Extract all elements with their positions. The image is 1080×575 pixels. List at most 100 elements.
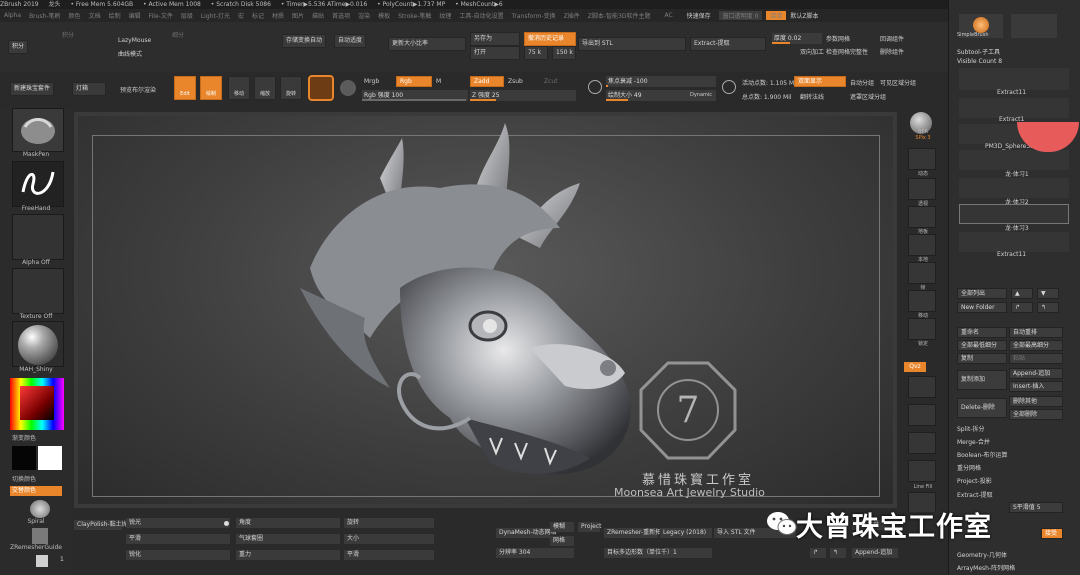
- weight-slider[interactable]: 重力: [236, 550, 340, 560]
- open-button[interactable]: 打开: [470, 46, 520, 60]
- dynamic-icon[interactable]: [908, 148, 936, 170]
- smooth-slider[interactable]: 网格: [550, 536, 574, 546]
- menu-edit[interactable]: 编辑: [125, 11, 145, 20]
- arraymesh-section[interactable]: ArrayMesh-阵列网格: [957, 563, 1015, 572]
- texture-thumbnail[interactable]: [12, 268, 64, 314]
- all-high-button[interactable]: 全部最高细分: [1009, 340, 1063, 351]
- resolution-slider[interactable]: 分辨率 304: [496, 548, 574, 558]
- all-low-button[interactable]: 全部最低细分: [957, 340, 1007, 351]
- lazymouse-button[interactable]: LazyMouse: [118, 37, 151, 44]
- menu-stencil[interactable]: 模板: [374, 11, 394, 20]
- persp-icon[interactable]: [908, 178, 936, 200]
- mask-group-button[interactable]: 遮罩区域分组: [850, 92, 886, 101]
- menu-light[interactable]: Light-灯光: [197, 11, 234, 20]
- alpha-thumbnail[interactable]: [12, 214, 64, 260]
- menu-draw[interactable]: 绘制: [105, 11, 125, 20]
- auto-reorder-button[interactable]: 自动重排: [1009, 327, 1063, 338]
- claypolish-button[interactable]: ClayPolish-黏土抛光: [74, 520, 134, 530]
- copy-button[interactable]: 复制: [957, 353, 1007, 364]
- split-section[interactable]: Split-拆分: [957, 424, 984, 433]
- menu-material[interactable]: 材质: [268, 11, 288, 20]
- subtool-row[interactable]: [959, 178, 1069, 198]
- list-all-button[interactable]: 全部列出: [957, 288, 1007, 299]
- flat-slider[interactable]: 平滑: [126, 534, 230, 544]
- extract-section[interactable]: Extract-提取: [957, 490, 993, 499]
- thickness-slider[interactable]: 厚度 0.02: [772, 33, 822, 44]
- sharp-slider[interactable]: 锐光: [126, 518, 230, 528]
- menus-button[interactable]: 菜单: [766, 11, 787, 20]
- menu-alpha[interactable]: Alpha: [0, 12, 25, 19]
- poly-75k-button[interactable]: 75 k: [524, 46, 548, 60]
- gyro-icon[interactable]: [308, 75, 334, 101]
- quicksave-button[interactable]: 快速保存: [683, 11, 715, 20]
- visible-group-button[interactable]: 可见区域分组: [880, 78, 916, 87]
- rotate-slider[interactable]: 旋转: [344, 518, 434, 528]
- menu-transform[interactable]: Transform-变换: [508, 11, 560, 20]
- integrate-button[interactable]: 积分: [8, 40, 29, 54]
- color-square[interactable]: [20, 386, 54, 420]
- subtool-row[interactable]: [959, 150, 1069, 170]
- size-slider[interactable]: 大小: [344, 534, 434, 544]
- menu-color[interactable]: 颜色: [65, 11, 85, 20]
- spiral-icon[interactable]: [30, 500, 50, 518]
- double-sided-toggle[interactable]: 双面显示: [794, 76, 846, 87]
- undo-history-button[interactable]: 撤消历史记录: [524, 32, 576, 46]
- flat-bottom-slider[interactable]: 平滑: [344, 550, 434, 560]
- cube-icon[interactable]: [36, 555, 48, 567]
- rgb-button[interactable]: Rgb: [396, 76, 432, 87]
- subtool-row[interactable]: [959, 232, 1069, 252]
- check-mesh-button[interactable]: 检查网格完整性: [826, 47, 868, 56]
- param-mesh-button[interactable]: 参数网格: [826, 34, 850, 43]
- dynamic-label[interactable]: Dynamic: [690, 92, 712, 98]
- flip-normals-button[interactable]: 翻转法线: [800, 92, 824, 101]
- insert-button[interactable]: Insert-插入: [1009, 381, 1063, 392]
- rgb-intensity-slider[interactable]: Rgb 强度 100: [362, 90, 468, 101]
- menu-zscript[interactable]: Z脚本-智能3D软件主题: [584, 11, 655, 20]
- z-intensity-slider[interactable]: Z 强度 25: [470, 90, 576, 101]
- focal-shift-slider[interactable]: 焦点衰减 -100: [606, 76, 716, 87]
- boolean-section[interactable]: Boolean-布尔运算: [957, 450, 1007, 459]
- curve-mode-button[interactable]: 曲线模式: [118, 49, 142, 58]
- material-icon[interactable]: [340, 80, 356, 96]
- double-sided-button[interactable]: 双向加工: [800, 47, 824, 56]
- arrow-right-button[interactable]: ↱: [1011, 302, 1033, 313]
- menu-file[interactable]: File-文件: [145, 11, 177, 20]
- paste-button[interactable]: 粘贴: [1009, 353, 1063, 364]
- airbrush-slider[interactable]: 气球套圈: [236, 534, 340, 544]
- menu-ac[interactable]: AC: [654, 12, 682, 19]
- menu-trace[interactable]: 描贴: [308, 11, 328, 20]
- export-stl-button[interactable]: 导出到 STL: [578, 37, 686, 51]
- callback-button[interactable]: 回调组件: [880, 34, 904, 43]
- floor-icon[interactable]: [908, 206, 936, 228]
- m-button[interactable]: M: [436, 78, 441, 85]
- transparency-slider[interactable]: 窗口透明度 0: [718, 11, 763, 20]
- zoom-view-icon[interactable]: [908, 318, 936, 340]
- sharpen-slider[interactable]: 锐化: [126, 550, 230, 560]
- dynamesh-button[interactable]: DynaMesh-动态网格: [496, 528, 557, 538]
- arrow-icon-button-2[interactable]: ↰: [830, 548, 846, 558]
- auto-fit-button[interactable]: 自动适度: [334, 34, 367, 48]
- menu-macro[interactable]: 宏: [234, 11, 248, 20]
- scale-button[interactable]: 缩放: [254, 76, 276, 100]
- delete-all-button[interactable]: 全部删除: [1009, 409, 1063, 420]
- second-tool-thumbnail[interactable]: [1011, 14, 1057, 38]
- new-folder-button[interactable]: New Folder: [957, 302, 1007, 313]
- accept-button[interactable]: 接受: [1041, 528, 1063, 539]
- legacy-button[interactable]: Legacy (2018): [660, 528, 712, 538]
- transp-icon[interactable]: [908, 404, 936, 426]
- extract-button[interactable]: Extract-提取: [690, 37, 766, 51]
- delete-component-button[interactable]: 删除组件: [880, 47, 904, 56]
- subtool-row[interactable]: [959, 98, 1069, 118]
- menu-picture[interactable]: 图片: [288, 11, 308, 20]
- qvz-button[interactable]: Qvz: [904, 362, 926, 372]
- move-view-icon[interactable]: [908, 290, 936, 312]
- auto-group-button[interactable]: 自动分组: [850, 78, 874, 87]
- arrow-left-button[interactable]: ↰: [1037, 302, 1059, 313]
- menu-brush[interactable]: Brush-笔刷: [25, 11, 64, 20]
- target-polycount-slider[interactable]: 目标多边形数（单位千）1: [604, 548, 712, 558]
- move-button[interactable]: 移动: [228, 76, 250, 100]
- material-thumbnail[interactable]: [12, 321, 64, 367]
- local-icon[interactable]: [908, 234, 936, 256]
- menu-document[interactable]: 文档: [85, 11, 105, 20]
- append-button[interactable]: Append-追加: [1009, 368, 1063, 379]
